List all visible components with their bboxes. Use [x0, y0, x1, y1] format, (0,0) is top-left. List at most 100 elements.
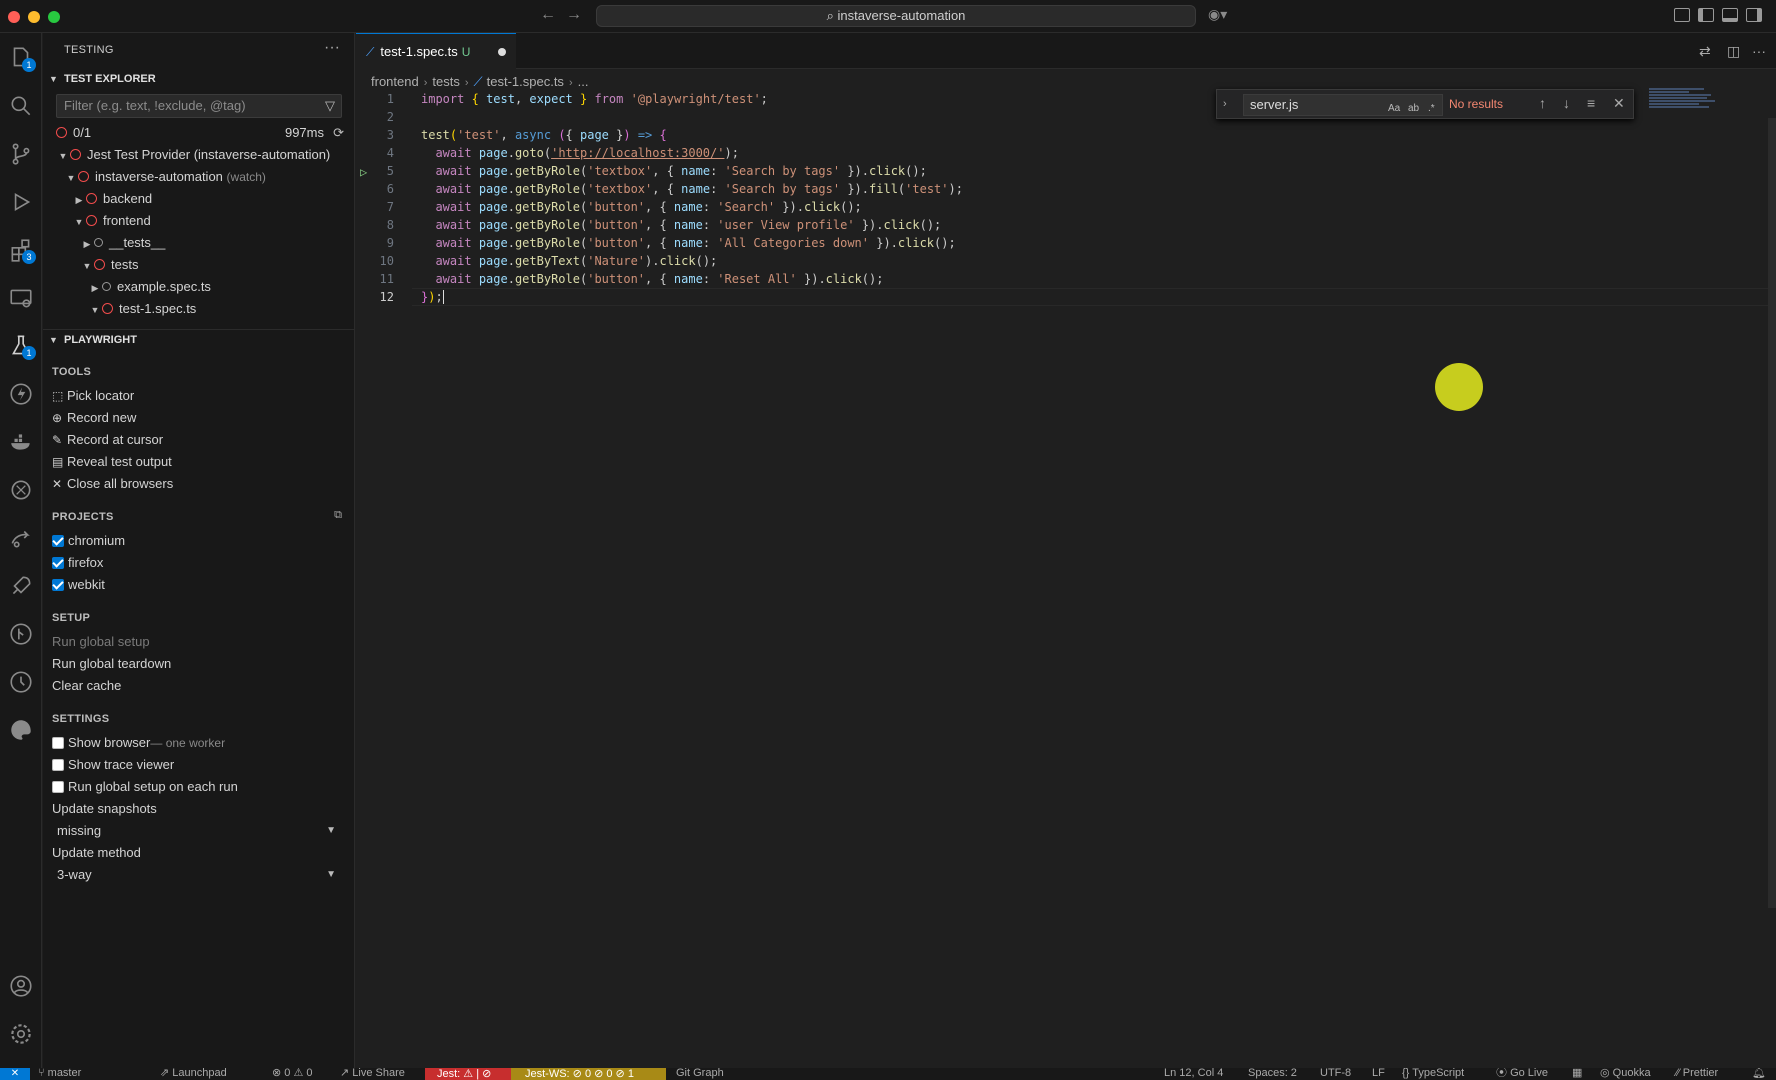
pick-locator-button[interactable]: ⬚ Pick locator: [52, 386, 134, 406]
test-explorer-section-header[interactable]: ▼ TEST EXPLORER: [43, 69, 355, 89]
explorer-icon[interactable]: 1: [8, 45, 36, 72]
split-editor-icon[interactable]: ◫: [1727, 43, 1740, 60]
quokka-item[interactable]: ◎ Quokka: [1600, 1068, 1651, 1080]
project-webkit-checkbox[interactable]: webkit: [52, 575, 105, 595]
source-control-icon[interactable]: [8, 141, 34, 167]
indentation[interactable]: Spaces: 2: [1248, 1068, 1297, 1080]
live-share-icon[interactable]: [8, 525, 34, 551]
match-case-toggle[interactable]: Aa: [1388, 99, 1400, 119]
code-line: 3 test('test', async ({ page }) => {: [386, 128, 667, 142]
cursor-position[interactable]: Ln 12, Col 4: [1164, 1068, 1223, 1080]
remote-explorer-icon[interactable]: [8, 285, 34, 311]
close-icon[interactable]: ✕: [1613, 95, 1625, 112]
go-live-item[interactable]: ⦿ Go Live: [1496, 1068, 1548, 1080]
find-widget: › server.js Aa ab .* No results ↑ ↓ ≡ ✕: [1216, 89, 1634, 119]
update-method-select[interactable]: 3-way ▼: [52, 865, 342, 885]
open-changes-icon[interactable]: ⇄: [1699, 43, 1711, 60]
toggle-secondary-sidebar-icon[interactable]: [1746, 8, 1762, 22]
refresh-icon[interactable]: ⟳: [333, 122, 344, 144]
vertical-scrollbar[interactable]: [1768, 118, 1776, 908]
test-item-instaverse-automation[interactable]: ▼ instaverse-automation (watch): [64, 166, 266, 188]
show-trace-viewer-checkbox[interactable]: Show trace viewer: [52, 755, 174, 775]
test-item-tests-folder[interactable]: ▼ tests: [80, 254, 139, 276]
accounts-icon[interactable]: [8, 973, 34, 999]
toggle-replace-chevron-icon[interactable]: ›: [1223, 98, 1227, 110]
encoding[interactable]: UTF-8: [1320, 1068, 1351, 1080]
end-of-line[interactable]: LF: [1372, 1068, 1385, 1080]
run-global-setup-button[interactable]: Run global setup: [52, 632, 150, 652]
test-item-example-spec[interactable]: ▶ example.spec.ts: [88, 276, 211, 298]
forward-arrow-icon[interactable]: →: [566, 6, 582, 24]
jest-status[interactable]: Jest: ⚠ | ⊘: [425, 1068, 511, 1080]
notifications-icon[interactable]: 🔔︎: [1752, 1068, 1766, 1080]
language-mode[interactable]: {} TypeScript: [1402, 1068, 1464, 1080]
project-firefox-checkbox[interactable]: firefox: [52, 553, 103, 573]
code-editor[interactable]: ▷ 1 import { test, expect } from '@playwr…: [356, 90, 1776, 306]
git-graph-item[interactable]: Git Graph: [676, 1068, 724, 1080]
branch-indicator[interactable]: ⑂ master: [38, 1068, 81, 1080]
tab-test-1-spec[interactable]: ⟋ test-1.spec.ts U: [356, 33, 516, 69]
unsaved-dot-icon[interactable]: [498, 48, 506, 56]
customize-layout-icon[interactable]: [1674, 8, 1690, 22]
settings-gear-icon[interactable]: [8, 1021, 34, 1047]
breadcrumb-item[interactable]: frontend: [371, 74, 419, 89]
more-actions-icon[interactable]: ···: [324, 39, 340, 57]
test-item-frontend[interactable]: ▼ frontend: [72, 210, 151, 232]
test-item-test-1-spec[interactable]: ▼ test-1.spec.ts: [88, 298, 197, 320]
project-chromium-checkbox[interactable]: chromium: [52, 531, 125, 551]
record-at-cursor-button[interactable]: ✎ Record at cursor: [52, 430, 163, 450]
run-global-setup-each-run-checkbox[interactable]: Run global setup on each run: [52, 777, 238, 797]
show-browser-checkbox[interactable]: Show browser— one worker: [52, 733, 225, 753]
copilot-icon[interactable]: ◉▾: [1208, 6, 1227, 23]
match-whole-word-toggle[interactable]: ab: [1408, 99, 1419, 119]
breadcrumb-item[interactable]: tests: [432, 74, 459, 89]
search-icon[interactable]: [8, 93, 34, 119]
extensions-icon[interactable]: 3: [8, 237, 36, 264]
breadcrumb-item[interactable]: test-1.spec.ts: [487, 74, 564, 89]
prettier-item[interactable]: ⁄⁄ Prettier: [1676, 1068, 1718, 1080]
find-in-selection-icon[interactable]: ≡: [1587, 95, 1595, 111]
record-new-button[interactable]: ⊕ Record new: [52, 408, 136, 428]
collapse-all-icon[interactable]: ⧉: [334, 509, 342, 522]
back-arrow-icon[interactable]: ←: [540, 6, 556, 24]
maximize-window-button[interactable]: [48, 11, 60, 23]
clear-cache-button[interactable]: Clear cache: [52, 676, 121, 696]
toggle-panel-icon[interactable]: [1722, 8, 1738, 22]
update-snapshots-select[interactable]: missing ▼: [52, 821, 342, 841]
close-all-browsers-button[interactable]: ✕ Close all browsers: [52, 474, 173, 494]
test-item-backend[interactable]: ▶ backend: [72, 188, 153, 210]
playwright-section-header[interactable]: ▼ PLAYWRIGHT: [43, 329, 355, 349]
close-window-button[interactable]: [8, 11, 20, 23]
find-input[interactable]: server.js Aa ab .*: [1243, 94, 1443, 116]
minimap[interactable]: [1649, 88, 1719, 110]
previous-match-icon[interactable]: ↑: [1539, 95, 1546, 111]
test-item-tests-folder-underscored[interactable]: ▶ __tests__: [80, 232, 166, 254]
remote-indicator-icon[interactable]: ✕: [0, 1068, 30, 1080]
docker-icon[interactable]: [8, 429, 34, 455]
minimize-window-button[interactable]: [28, 11, 40, 23]
rocket-icon[interactable]: [8, 573, 34, 599]
live-share-item[interactable]: ↗ Live Share: [340, 1068, 405, 1080]
problems-indicator[interactable]: ⊗ 0 ⚠ 0: [272, 1068, 313, 1080]
run-debug-icon[interactable]: [8, 189, 34, 215]
palette-icon[interactable]: [8, 717, 34, 743]
test-filter-input[interactable]: Filter (e.g. text, !exclude, @tag) ▽: [56, 94, 342, 118]
openai-icon[interactable]: [8, 477, 34, 503]
layout-icon[interactable]: ▦: [1572, 1068, 1582, 1080]
next-match-icon[interactable]: ↓: [1563, 95, 1570, 111]
test-item-jest-provider[interactable]: ▼ Jest Test Provider (instaverse-automati…: [56, 144, 331, 166]
regex-toggle[interactable]: .*: [1428, 99, 1435, 119]
command-center[interactable]: ⌕ instaverse-automation: [596, 5, 1196, 27]
lightning-icon[interactable]: [8, 381, 34, 407]
breadcrumb-item[interactable]: ...: [578, 74, 589, 89]
jest-ws-status[interactable]: Jest-WS: ⊘ 0 ⊘ 0 ⊘ 1: [511, 1068, 666, 1080]
timeline-icon[interactable]: [8, 669, 34, 695]
reveal-test-output-button[interactable]: ▤ Reveal test output: [52, 452, 172, 472]
launchpad-item[interactable]: ⇗ Launchpad: [160, 1068, 227, 1080]
git-graph-icon[interactable]: [8, 621, 34, 647]
filter-funnel-icon[interactable]: ▽: [325, 95, 335, 117]
more-actions-icon[interactable]: ···: [1752, 43, 1766, 59]
toggle-primary-sidebar-icon[interactable]: [1698, 8, 1714, 22]
testing-icon[interactable]: 1: [8, 333, 36, 360]
run-global-teardown-button[interactable]: Run global teardown: [52, 654, 171, 674]
